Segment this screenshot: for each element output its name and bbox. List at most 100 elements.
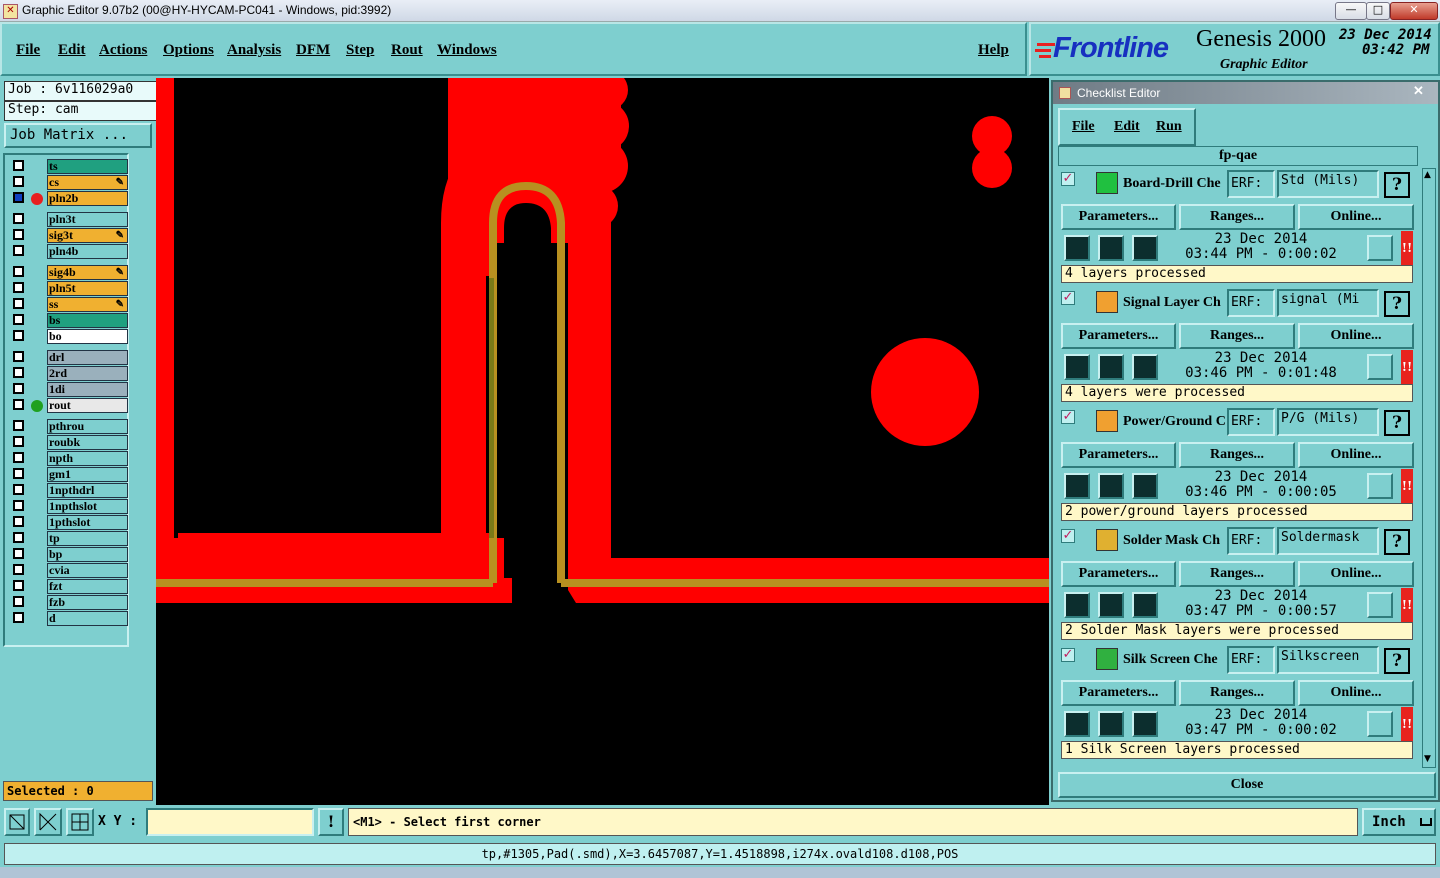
scroll-down-icon[interactable]: ▼ [1424, 754, 1431, 764]
layer-row-rout[interactable]: rout [11, 398, 128, 413]
online-button[interactable]: Online... [1298, 561, 1414, 587]
layer-name[interactable]: 1npthslot [47, 499, 128, 514]
run-icon[interactable] [1064, 235, 1090, 261]
entry-enabled-checkbox[interactable]: ✓ [1061, 410, 1075, 424]
window-title-bar[interactable]: ✕ Graphic Editor 9.07b2 (00@HY-HYCAM-PC0… [0, 0, 1440, 22]
run-selected-icon[interactable] [1098, 711, 1124, 737]
layer-row-sig3t[interactable]: sig3t ✎ [11, 228, 128, 243]
alert-status-icon[interactable]: !! [1401, 469, 1413, 503]
layer-name[interactable]: tp [47, 531, 128, 546]
measure-icon[interactable] [34, 808, 62, 836]
menu-step[interactable]: Step [346, 42, 374, 59]
layer-name[interactable]: npth [47, 451, 128, 466]
layer-checkbox[interactable] [13, 314, 24, 325]
layer-row-d[interactable]: d [11, 611, 128, 626]
alert-status-icon[interactable]: !! [1401, 350, 1413, 384]
layer-checkbox[interactable] [13, 383, 24, 394]
menu-options[interactable]: Options [163, 42, 214, 59]
layer-checkbox[interactable] [13, 420, 24, 431]
stop-run-icon[interactable] [1132, 354, 1158, 380]
stop-run-icon[interactable] [1132, 235, 1158, 261]
menu-analysis[interactable]: Analysis [227, 42, 281, 59]
layer-row-cvia[interactable]: cvia [11, 563, 128, 578]
run-icon[interactable] [1064, 473, 1090, 499]
online-button[interactable]: Online... [1298, 442, 1414, 468]
parameters-button[interactable]: Parameters... [1061, 680, 1176, 706]
entry-enabled-checkbox[interactable]: ✓ [1061, 648, 1075, 662]
zoom-box-icon[interactable] [4, 808, 30, 836]
layer-name[interactable]: ss ✎ [47, 297, 128, 312]
layer-name[interactable]: 1npthdrl [47, 483, 128, 498]
layer-row-cs[interactable]: cs ✎ [11, 175, 128, 190]
layer-checkbox[interactable] [13, 192, 24, 203]
layer-name[interactable]: 1pthslot [47, 515, 128, 530]
zoom-results-icon[interactable] [1367, 354, 1393, 380]
minimize-button[interactable]: — [1335, 2, 1367, 20]
ranges-button[interactable]: Ranges... [1179, 561, 1295, 587]
layer-row-bp[interactable]: bp [11, 547, 128, 562]
layer-name[interactable]: cvia [47, 563, 128, 578]
close-window-button[interactable]: ✕ [1390, 2, 1438, 20]
layer-checkbox[interactable] [13, 351, 24, 362]
alert-status-icon[interactable]: !! [1401, 707, 1413, 741]
layer-row-pthrou[interactable]: pthrou [11, 419, 128, 434]
layer-row-2rd[interactable]: 2rd [11, 366, 128, 381]
maximize-button[interactable]: □ [1366, 2, 1390, 20]
entry-help-button[interactable]: ? [1384, 410, 1410, 436]
layer-checkbox[interactable] [13, 213, 24, 224]
units-select[interactable]: Inch [1362, 808, 1436, 836]
layer-row-pln3t[interactable]: pln3t [11, 212, 128, 227]
layer-name[interactable]: fzt [47, 579, 128, 594]
layer-row-bo[interactable]: bo [11, 329, 128, 344]
layer-checkbox[interactable] [13, 564, 24, 575]
layer-checkbox[interactable] [13, 282, 24, 293]
parameters-button[interactable]: Parameters... [1061, 442, 1176, 468]
layer-name[interactable]: d [47, 611, 128, 626]
layer-row-1npthdrl[interactable]: 1npthdrl [11, 483, 128, 498]
layer-checkbox[interactable] [13, 548, 24, 559]
layer-checkbox[interactable] [13, 176, 24, 187]
layer-checkbox[interactable] [13, 245, 24, 256]
layer-row-fzb[interactable]: fzb [11, 595, 128, 610]
erf-select[interactable]: Soldermask [1277, 527, 1379, 555]
layer-row-tp[interactable]: tp [11, 531, 128, 546]
layer-row-pln2b[interactable]: pln2b [11, 191, 128, 206]
alert-button[interactable]: ! [318, 808, 344, 836]
layer-row-roubk[interactable]: roubk [11, 435, 128, 450]
layer-name[interactable]: pln3t [47, 212, 128, 227]
online-button[interactable]: Online... [1298, 323, 1414, 349]
layer-name[interactable]: pthrou [47, 419, 128, 434]
scroll-up-icon[interactable]: ▲ [1424, 170, 1431, 180]
layer-name[interactable]: pln4b [47, 244, 128, 259]
menu-rout[interactable]: Rout [391, 42, 423, 59]
checklist-menu-file[interactable]: File [1072, 119, 1095, 135]
run-selected-icon[interactable] [1098, 592, 1124, 618]
stop-run-icon[interactable] [1132, 592, 1158, 618]
run-icon[interactable] [1064, 592, 1090, 618]
run-selected-icon[interactable] [1098, 473, 1124, 499]
layer-name[interactable]: ts [47, 159, 128, 174]
layer-row-fzt[interactable]: fzt [11, 579, 128, 594]
run-icon[interactable] [1064, 711, 1090, 737]
layer-checkbox[interactable] [13, 160, 24, 171]
layer-name[interactable]: sig3t ✎ [47, 228, 128, 243]
layer-checkbox[interactable] [13, 298, 24, 309]
stop-run-icon[interactable] [1132, 711, 1158, 737]
layer-checkbox[interactable] [13, 500, 24, 511]
entry-help-button[interactable]: ? [1384, 529, 1410, 555]
entry-help-button[interactable]: ? [1384, 291, 1410, 317]
layer-row-1pthslot[interactable]: 1pthslot [11, 515, 128, 530]
run-selected-icon[interactable] [1098, 354, 1124, 380]
ranges-button[interactable]: Ranges... [1179, 204, 1295, 230]
online-button[interactable]: Online... [1298, 680, 1414, 706]
zoom-results-icon[interactable] [1367, 473, 1393, 499]
zoom-results-icon[interactable] [1367, 711, 1393, 737]
layer-checkbox[interactable] [13, 532, 24, 543]
grid-snap-icon[interactable] [66, 808, 94, 836]
layer-name[interactable]: bo [47, 329, 128, 344]
run-icon[interactable] [1064, 354, 1090, 380]
layer-checkbox[interactable] [13, 484, 24, 495]
layer-name[interactable]: bp [47, 547, 128, 562]
layer-name[interactable]: drl [47, 350, 128, 365]
menu-dfm[interactable]: DFM [296, 42, 330, 59]
